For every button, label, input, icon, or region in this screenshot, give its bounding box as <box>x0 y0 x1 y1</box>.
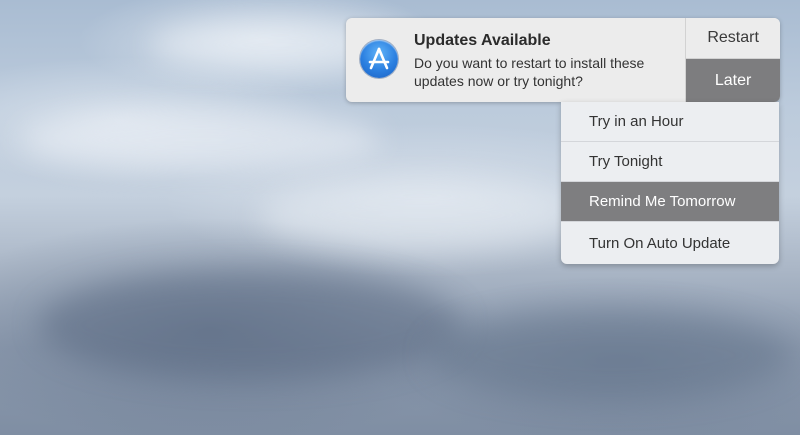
cloud-wisp <box>260 180 580 250</box>
later-options-menu: Try in an Hour Try Tonight Remind Me Tom… <box>561 102 779 264</box>
menu-item-remind-me-tomorrow[interactable]: Remind Me Tomorrow <box>561 182 779 222</box>
later-button[interactable]: Later <box>686 59 780 102</box>
notification-message: Do you want to restart to install these … <box>414 55 645 89</box>
cloud-wisp <box>40 270 460 380</box>
notification-actions: Restart Later <box>685 18 780 102</box>
menu-item-turn-on-auto-update[interactable]: Turn On Auto Update <box>561 222 779 264</box>
cloud-wisp <box>430 310 790 400</box>
notification-title: Updates Available <box>414 32 551 49</box>
menu-item-try-tonight[interactable]: Try Tonight <box>561 142 779 182</box>
cloud-wisp <box>20 110 380 170</box>
menu-item-try-in-an-hour[interactable]: Try in an Hour <box>561 102 779 142</box>
app-store-icon <box>360 40 398 78</box>
update-notification: Updates Available Do you want to restart… <box>346 18 780 102</box>
notification-content[interactable]: Updates Available Do you want to restart… <box>346 18 685 102</box>
restart-button[interactable]: Restart <box>686 18 780 59</box>
